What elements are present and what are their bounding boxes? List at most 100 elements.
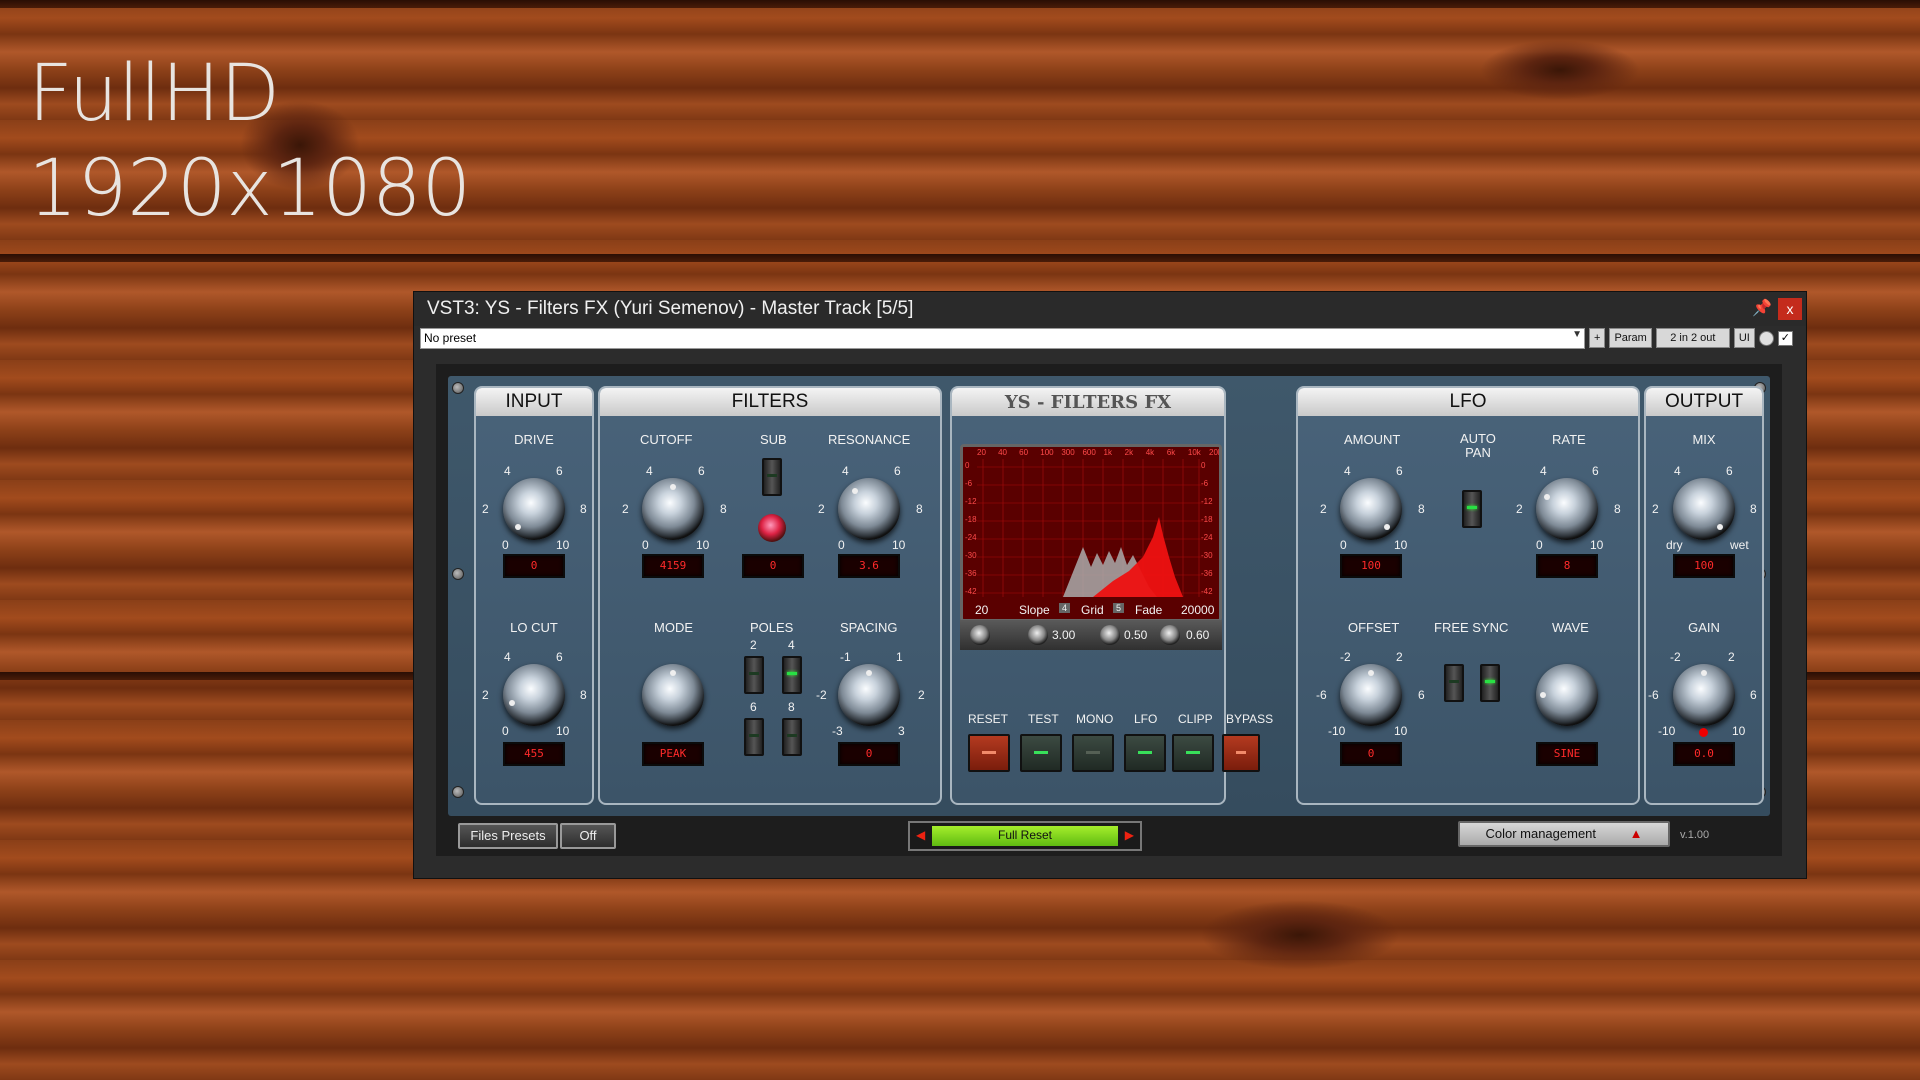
tick-label: 2 bbox=[1320, 502, 1327, 516]
tick-label: 3 bbox=[898, 724, 905, 738]
mix-knob[interactable] bbox=[1673, 478, 1735, 540]
freq-tick-label: 40 bbox=[998, 448, 1007, 457]
bypass-button[interactable] bbox=[1222, 734, 1260, 772]
wet-label: wet bbox=[1730, 538, 1749, 552]
add-preset-button[interactable]: + bbox=[1589, 328, 1606, 348]
free-switch[interactable] bbox=[1444, 664, 1464, 702]
scope-knob-4[interactable] bbox=[1160, 625, 1180, 645]
grid-label: Grid bbox=[1081, 603, 1104, 617]
db-tick-label: -12 bbox=[1201, 497, 1213, 506]
rate-label: RATE bbox=[1552, 432, 1586, 447]
poles-2-switch[interactable] bbox=[744, 656, 764, 694]
tick-label: 10 bbox=[1590, 538, 1604, 552]
spacing-knob[interactable] bbox=[838, 664, 900, 726]
io-button[interactable]: 2 in 2 out bbox=[1655, 328, 1730, 348]
tick-label: 0 bbox=[1340, 538, 1347, 552]
sub-knob[interactable] bbox=[758, 514, 786, 542]
overlay-line1: FullHD bbox=[28, 49, 281, 139]
files-label: Files bbox=[470, 828, 498, 843]
full-reset-button[interactable]: Full Reset bbox=[932, 826, 1118, 846]
drive-knob[interactable] bbox=[503, 478, 565, 540]
files-presets-button[interactable]: Files Presets bbox=[458, 823, 558, 849]
locut-label: LO CUT bbox=[510, 620, 558, 635]
poles-4-switch[interactable] bbox=[782, 656, 802, 694]
fade-label: Fade bbox=[1135, 603, 1163, 617]
cutoff-knob[interactable] bbox=[642, 478, 704, 540]
amount-display: 100 bbox=[1340, 554, 1402, 578]
sub-switch[interactable] bbox=[762, 458, 782, 496]
param-button[interactable]: Param bbox=[1609, 328, 1652, 348]
tick-label: 10 bbox=[1732, 724, 1746, 738]
color-management-button[interactable]: Color management ▲ bbox=[1458, 821, 1670, 847]
db-tick-label: -36 bbox=[1201, 569, 1213, 578]
close-button[interactable]: x bbox=[1778, 298, 1802, 320]
tick-label: 10 bbox=[1394, 538, 1408, 552]
chevron-down-icon: ▼ bbox=[1572, 328, 1582, 340]
tick-label: 6 bbox=[1418, 688, 1425, 702]
tick-label: -10 bbox=[1658, 724, 1676, 738]
reset-button[interactable] bbox=[968, 734, 1010, 772]
screw-icon bbox=[452, 568, 464, 580]
grid-value: 5 bbox=[1113, 603, 1125, 613]
db-tick-col-right: 0 -6 -12 -18 -24 -30 -36 -42 bbox=[1201, 461, 1217, 601]
freq-tick-row: 20 40 60 100 300 600 1k 2k 4k 6k 10k 20k bbox=[977, 448, 1219, 460]
mode-label: MODE bbox=[654, 620, 693, 635]
dry-label: dry bbox=[1666, 538, 1683, 552]
tick-label: 2 bbox=[482, 502, 489, 516]
clipp-button[interactable] bbox=[1172, 734, 1214, 772]
db-tick-label: -36 bbox=[965, 569, 977, 578]
tick-label: 10 bbox=[556, 538, 570, 552]
offset-knob[interactable] bbox=[1340, 664, 1402, 726]
db-tick-label: -24 bbox=[1201, 533, 1213, 542]
gain-knob[interactable] bbox=[1673, 664, 1735, 726]
autopan-switch[interactable] bbox=[1462, 490, 1482, 528]
enable-checkbox[interactable]: ✓ bbox=[1777, 330, 1793, 346]
sync-switch[interactable] bbox=[1480, 664, 1500, 702]
preset-select[interactable]: No preset ▼ bbox=[420, 327, 1585, 349]
mode-knob[interactable] bbox=[642, 664, 704, 726]
mono-label: MONO bbox=[1076, 712, 1114, 726]
scope-knob-3[interactable] bbox=[1100, 625, 1120, 645]
tick-label: 1 bbox=[896, 650, 903, 664]
tick-label: 6 bbox=[1396, 464, 1403, 478]
next-arrow-icon[interactable]: ▶ bbox=[1125, 828, 1134, 842]
test-button[interactable] bbox=[1020, 734, 1062, 772]
tick-label: 2 bbox=[622, 502, 629, 516]
sub-label: SUB bbox=[760, 432, 787, 447]
spacing-label: SPACING bbox=[840, 620, 898, 635]
pin-icon[interactable]: 📌 bbox=[1752, 298, 1772, 318]
tick-label: 8 bbox=[916, 502, 923, 516]
locut-display: 455 bbox=[503, 742, 565, 766]
scope-knob-2[interactable] bbox=[1028, 625, 1048, 645]
poles-label: POLES bbox=[750, 620, 794, 635]
mix-display: 100 bbox=[1673, 554, 1735, 578]
db-tick-label: 0 bbox=[1201, 461, 1206, 470]
lfo-button[interactable] bbox=[1124, 734, 1166, 772]
db-tick-label: -30 bbox=[965, 551, 977, 560]
wave-knob[interactable] bbox=[1536, 664, 1598, 726]
poles-2-label: 2 bbox=[750, 638, 757, 652]
tick-label: 8 bbox=[580, 502, 587, 516]
mono-button[interactable] bbox=[1072, 734, 1114, 772]
bypass-toggle-icon[interactable] bbox=[1758, 330, 1774, 346]
db-tick-label: -6 bbox=[965, 479, 973, 488]
tick-label: 0 bbox=[502, 538, 509, 552]
locut-knob[interactable] bbox=[503, 664, 565, 726]
cutoff-label: CUTOFF bbox=[640, 432, 693, 447]
ui-button[interactable]: UI bbox=[1733, 328, 1755, 348]
tick-label: 8 bbox=[1418, 502, 1425, 516]
scope-knob-1[interactable] bbox=[970, 625, 990, 645]
rate-knob[interactable] bbox=[1536, 478, 1598, 540]
amount-knob[interactable] bbox=[1340, 478, 1402, 540]
resonance-knob[interactable] bbox=[838, 478, 900, 540]
off-button[interactable]: Off bbox=[560, 823, 616, 849]
filters-section: FILTERS CUTOFF 4 6 2 8 0 10 4159 SUB 0 R… bbox=[598, 386, 942, 805]
window-title: VST3: YS - Filters FX (Yuri Semenov) - M… bbox=[427, 298, 914, 319]
prev-arrow-icon[interactable]: ◀ bbox=[916, 828, 925, 842]
gain-label: GAIN bbox=[1688, 620, 1720, 635]
db-tick-label: 0 bbox=[965, 461, 970, 470]
poles-6-switch[interactable] bbox=[744, 718, 764, 756]
window-titlebar[interactable]: VST3: YS - Filters FX (Yuri Semenov) - M… bbox=[414, 292, 1806, 326]
freq-tick-label: 1k bbox=[1103, 448, 1112, 457]
poles-8-switch[interactable] bbox=[782, 718, 802, 756]
